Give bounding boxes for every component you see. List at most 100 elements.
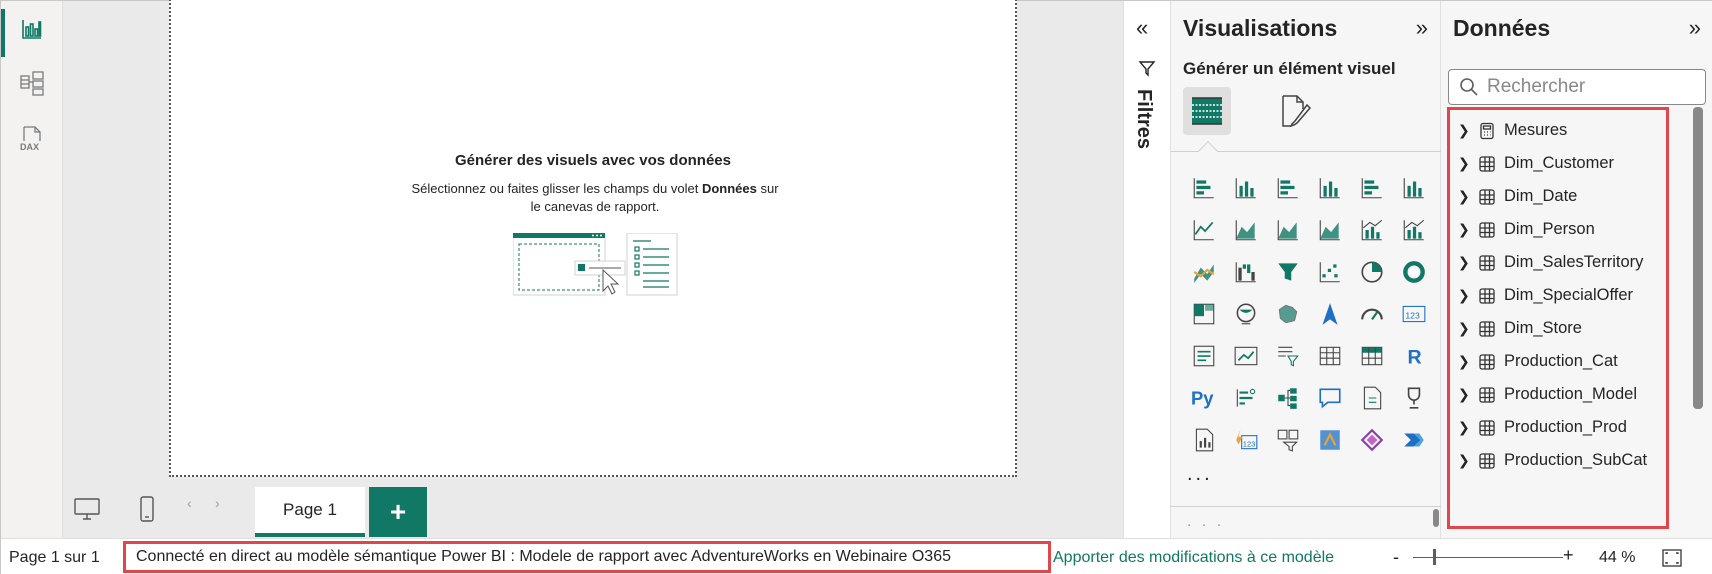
area-chart-icon[interactable] <box>1225 209 1267 251</box>
monitor-icon <box>74 498 100 520</box>
data-table-item[interactable]: ❯ Production_SubCat <box>1458 444 1647 477</box>
r-visual-icon[interactable]: R <box>1393 335 1435 377</box>
collapse-visualisations-icon[interactable]: » <box>1416 15 1428 41</box>
expand-filters-icon[interactable]: « <box>1136 15 1148 41</box>
model-view-button[interactable] <box>1 59 63 107</box>
expand-chevron-icon[interactable]: ❯ <box>1458 155 1478 172</box>
stacked-area-icon[interactable] <box>1267 209 1309 251</box>
100-area-icon[interactable] <box>1309 209 1351 251</box>
expand-chevron-icon[interactable]: ❯ <box>1458 122 1478 139</box>
stacked-bar-icon[interactable] <box>1183 167 1225 209</box>
data-pane-title: Données <box>1453 15 1551 41</box>
fit-to-page-icon[interactable] <box>1661 548 1683 568</box>
paginated-report-icon[interactable] <box>1351 377 1393 419</box>
zoom-out-button[interactable]: - <box>1393 547 1399 568</box>
line-column-icon[interactable] <box>1351 209 1393 251</box>
filters-pane-collapsed[interactable]: « Filtres <box>1123 1 1171 538</box>
data-table-item[interactable]: ❯ Dim_SalesTerritory <box>1458 246 1643 279</box>
expand-chevron-icon[interactable]: ❯ <box>1458 353 1478 370</box>
data-table-item[interactable]: ❯ Production_Model <box>1458 378 1637 411</box>
visualisations-scrollbar[interactable] <box>1433 509 1439 527</box>
ribbon-chart-icon[interactable] <box>1183 251 1225 293</box>
zoom-in-button[interactable]: + <box>1563 545 1574 566</box>
expand-chevron-icon[interactable]: ❯ <box>1458 452 1478 469</box>
new-card-icon[interactable]: 123 <box>1225 419 1267 461</box>
scroll-tabs-left-icon[interactable]: ‹ <box>187 495 192 511</box>
card-icon[interactable]: 123 <box>1393 293 1435 335</box>
100-bar-icon[interactable] <box>1351 167 1393 209</box>
visualisations-pane: Visualisations » Générer un élément visu… <box>1171 1 1441 538</box>
build-visual-icon <box>1192 97 1222 125</box>
map-icon[interactable] <box>1225 293 1267 335</box>
new-slicer-icon[interactable] <box>1267 419 1309 461</box>
data-table-item[interactable]: ❯ Production_Cat <box>1458 345 1618 378</box>
search-icon <box>1460 78 1478 96</box>
filled-map-icon[interactable] <box>1267 293 1309 335</box>
qa-icon[interactable] <box>1309 377 1351 419</box>
scatter-icon[interactable] <box>1309 251 1351 293</box>
expand-chevron-icon[interactable]: ❯ <box>1458 221 1478 238</box>
clustered-column-icon[interactable] <box>1309 167 1351 209</box>
mobile-layout-button[interactable] <box>129 491 165 527</box>
data-table-item[interactable]: ❯ Dim_Customer <box>1458 147 1614 180</box>
data-table-item[interactable]: ❯ Dim_Person <box>1458 213 1595 246</box>
zoom-slider-thumb[interactable] <box>1433 549 1436 565</box>
multi-row-card-icon[interactable] <box>1183 335 1225 377</box>
data-table-item[interactable]: ❯ Production_Prod <box>1458 411 1627 444</box>
line-clustered-column-icon[interactable] <box>1393 209 1435 251</box>
azure-map-icon[interactable] <box>1309 293 1351 335</box>
table-icon <box>1478 320 1504 338</box>
key-influencers-icon[interactable] <box>1225 377 1267 419</box>
data-search-input[interactable]: Rechercher <box>1448 69 1706 105</box>
expand-chevron-icon[interactable]: ❯ <box>1458 254 1478 271</box>
donut-icon[interactable] <box>1393 251 1435 293</box>
report-view-button[interactable] <box>1 5 63 57</box>
clustered-bar-icon[interactable] <box>1267 167 1309 209</box>
collapse-data-icon[interactable]: » <box>1689 15 1701 41</box>
expand-chevron-icon[interactable]: ❯ <box>1458 188 1478 205</box>
table-icon[interactable] <box>1309 335 1351 377</box>
kpi-icon[interactable] <box>1225 335 1267 377</box>
more-visuals-button[interactable]: ... <box>1187 463 1213 486</box>
build-visual-tab[interactable] <box>1183 87 1231 135</box>
data-table-item[interactable]: ❯ Dim_SpecialOffer <box>1458 279 1633 312</box>
arcgis-icon[interactable] <box>1309 419 1351 461</box>
narrative-icon[interactable] <box>1183 419 1225 461</box>
line-chart-icon[interactable] <box>1183 209 1225 251</box>
report-page-canvas[interactable]: Générer des visuels avec vos données Sél… <box>169 0 1017 477</box>
expand-chevron-icon[interactable]: ❯ <box>1458 386 1478 403</box>
decomposition-tree-icon[interactable] <box>1267 377 1309 419</box>
pie-icon[interactable] <box>1351 251 1393 293</box>
empty-desc-text: Sélectionnez ou faites glisser les champ… <box>411 181 702 196</box>
power-automate-icon[interactable] <box>1393 419 1435 461</box>
edit-model-link[interactable]: Apporter des modifications à ce modèle <box>1053 549 1334 567</box>
waterfall-icon[interactable] <box>1225 251 1267 293</box>
stacked-column-icon[interactable] <box>1225 167 1267 209</box>
expand-chevron-icon[interactable]: ❯ <box>1458 287 1478 304</box>
100-column-icon[interactable] <box>1393 167 1435 209</box>
python-visual-icon[interactable]: Py <box>1183 377 1225 419</box>
format-visual-tab[interactable] <box>1271 87 1319 135</box>
scroll-tabs-right-icon[interactable]: › <box>215 495 220 511</box>
data-table-name: Dim_Date <box>1504 187 1578 205</box>
desktop-layout-button[interactable] <box>69 491 105 527</box>
data-pane-scrollbar[interactable] <box>1693 107 1703 409</box>
dax-query-view-button[interactable]: DAX <box>1 115 63 163</box>
treemap-icon[interactable] <box>1183 293 1225 335</box>
data-table-name: Production_Model <box>1504 385 1637 403</box>
metrics-icon[interactable] <box>1393 377 1435 419</box>
connection-status: Connecté en direct au modèle sémantique … <box>123 541 1051 573</box>
gauge-icon[interactable] <box>1351 293 1393 335</box>
tab-page-1[interactable]: Page 1 <box>255 487 365 537</box>
data-table-item[interactable]: ❯ Dim_Date <box>1458 180 1577 213</box>
matrix-icon[interactable] <box>1351 335 1393 377</box>
expand-chevron-icon[interactable]: ❯ <box>1458 419 1478 436</box>
power-apps-icon[interactable] <box>1351 419 1393 461</box>
data-table-item[interactable]: ❯ Dim_Store <box>1458 312 1582 345</box>
data-table-item[interactable]: ❯ Mesures <box>1458 114 1567 147</box>
expand-chevron-icon[interactable]: ❯ <box>1458 320 1478 337</box>
table-icon <box>1478 287 1504 305</box>
slicer-icon[interactable] <box>1267 335 1309 377</box>
add-page-button[interactable]: + <box>369 487 427 537</box>
funnel-icon[interactable] <box>1267 251 1309 293</box>
